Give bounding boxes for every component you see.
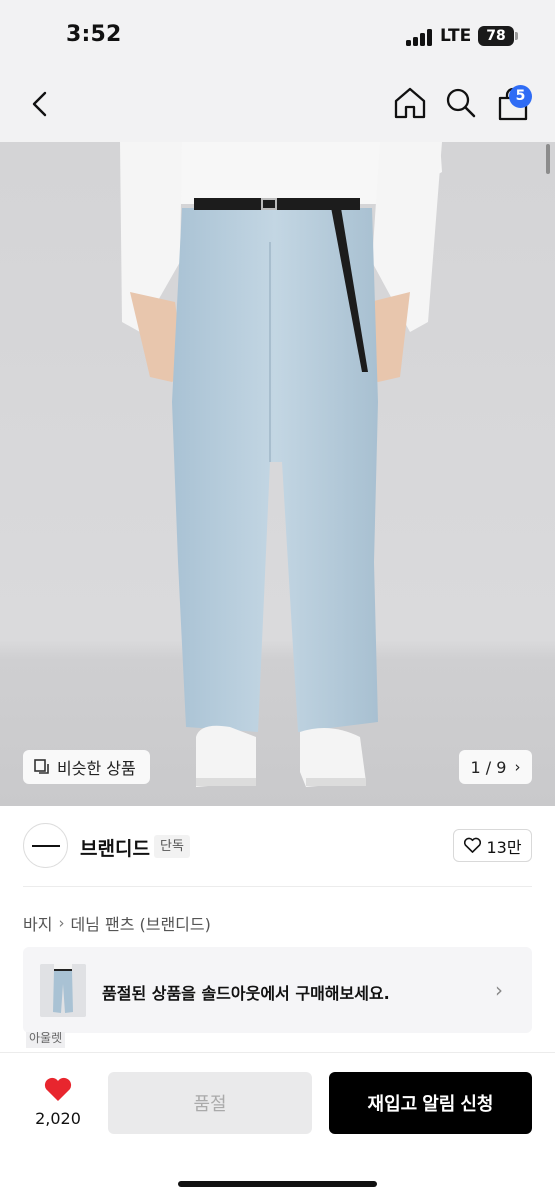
heart-outline-icon <box>464 837 482 853</box>
product-image[interactable] <box>0 142 555 806</box>
page-indicator: 1 / 9 <box>470 757 507 777</box>
chevron-right-icon: › <box>514 758 521 776</box>
signal-icon <box>406 28 434 46</box>
network-type: LTE <box>440 26 472 46</box>
home-icon <box>394 87 426 119</box>
divider <box>23 886 532 887</box>
image-pager[interactable]: 1 / 9 › <box>459 750 532 784</box>
similar-products-button[interactable]: 비슷한 상품 <box>23 750 150 784</box>
exclusive-badge: 단독 <box>154 835 190 858</box>
soldout-banner-text: 품절된 상품을 솔드아웃에서 구매해보세요. <box>102 984 390 1003</box>
back-button[interactable] <box>22 86 58 122</box>
breadcrumb: 바지 › 데님 팬츠 (브랜디드) <box>23 911 211 935</box>
brand-name[interactable]: 브랜디드 <box>80 834 150 861</box>
jeans-thumbnail <box>40 964 86 1017</box>
soldout-thumbnail <box>40 964 86 1017</box>
breadcrumb-subcategory[interactable]: 데님 팬츠 (브랜디드) <box>70 911 210 935</box>
search-button[interactable] <box>443 85 479 121</box>
wishlist-count: 2,020 <box>35 1109 81 1128</box>
brand-logo[interactable] <box>23 823 68 868</box>
heart-filled-icon <box>44 1077 72 1101</box>
status-time: 3:52 <box>66 22 122 47</box>
nav-bar <box>0 66 555 142</box>
logo-wordmark <box>32 845 60 847</box>
brand-like-button[interactable]: 13만 <box>453 829 532 862</box>
battery-tip <box>515 32 518 40</box>
soldout-banner[interactable]: 품절된 상품을 솔드아웃에서 구매해보세요. › <box>23 947 532 1033</box>
soldout-button: 품절 <box>108 1072 312 1134</box>
chevron-right-icon: › <box>495 978 503 1002</box>
scroll-indicator <box>546 144 550 174</box>
copy-icon <box>34 759 49 774</box>
restock-alert-button[interactable]: 재입고 알림 신청 <box>329 1072 532 1134</box>
search-icon <box>446 88 476 118</box>
breadcrumb-category[interactable]: 바지 <box>23 911 52 935</box>
home-indicator <box>178 1181 377 1187</box>
chevron-left-icon <box>32 91 47 117</box>
breadcrumb-separator-icon: › <box>58 914 65 932</box>
similar-products-label: 비슷한 상품 <box>57 759 136 778</box>
wishlist-button[interactable]: 2,020 <box>28 1072 88 1132</box>
brand-like-count: 13만 <box>486 837 522 857</box>
product-photo <box>0 142 555 806</box>
battery-icon: 78 <box>478 26 514 46</box>
status-bar: 3:52 LTE 78 <box>0 0 555 66</box>
home-button[interactable] <box>392 85 428 121</box>
outlet-tag: 아울렛 <box>26 1032 66 1048</box>
cart-badge: 5 <box>509 85 532 108</box>
